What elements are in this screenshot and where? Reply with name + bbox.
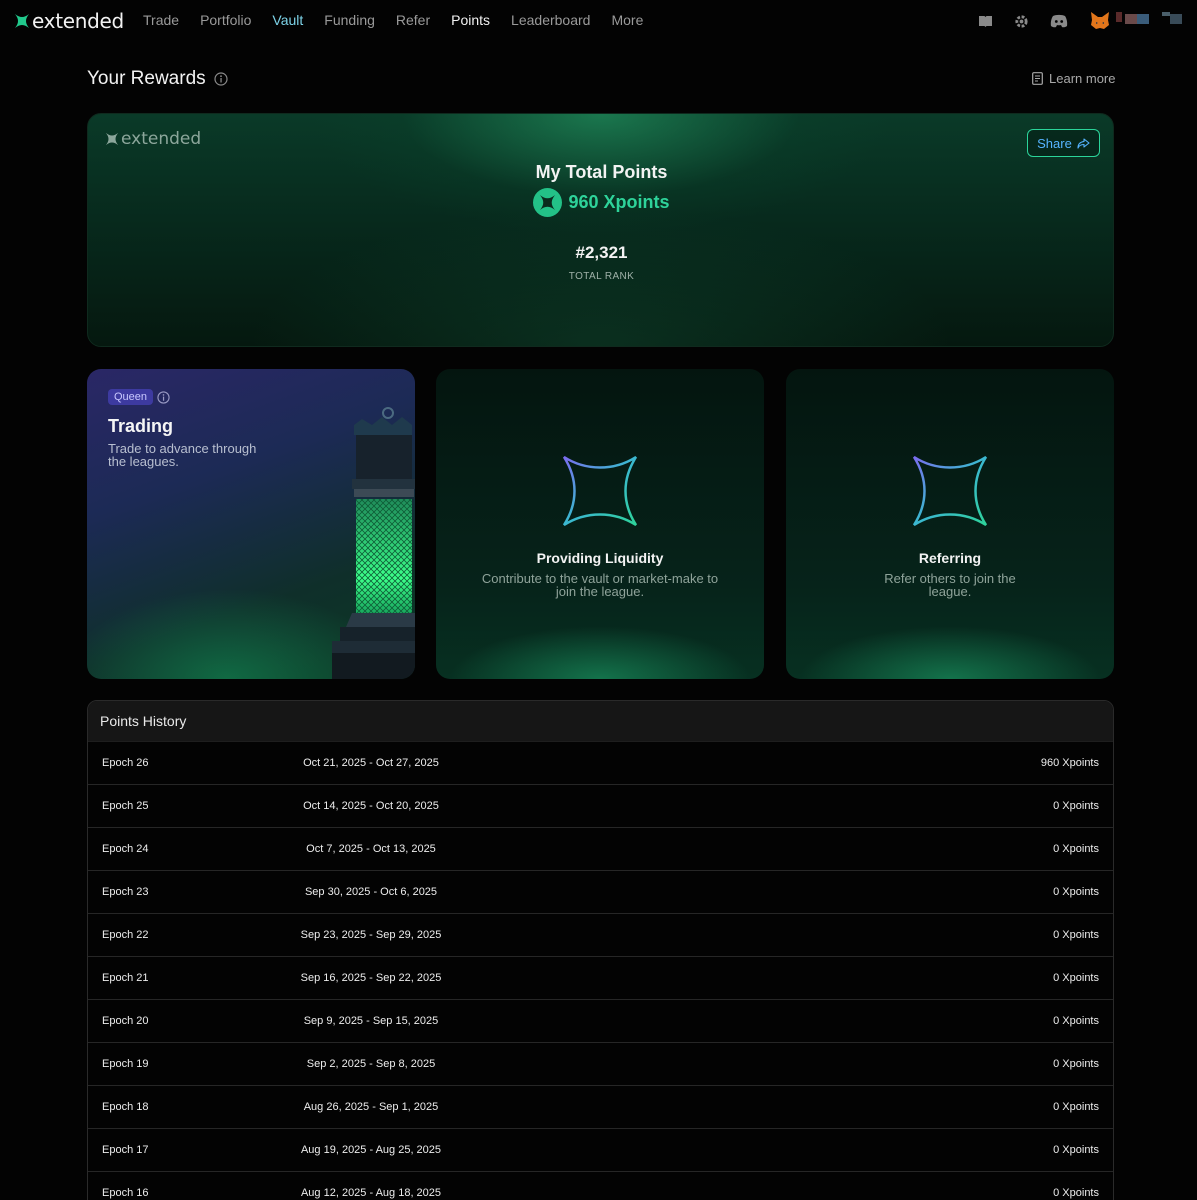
xpoints-icon [533,188,563,217]
hero-brand-logo: extended [105,129,201,149]
extended-logo-icon [105,132,119,146]
points-cell: 0 Xpoints [1053,1101,1099,1113]
date-range-cell: Aug 12, 2025 - Aug 18, 2025 [300,1187,442,1199]
nav-item-funding[interactable]: Funding [324,12,375,28]
epoch-cell: Epoch 26 [102,757,149,769]
nav-item-refer[interactable]: Refer [396,12,430,28]
trading-description: Trade to advance through the leagues. [108,441,257,469]
locked-league-star-icon [562,455,638,527]
referring-title: Referring [918,550,982,566]
top-nav: extended Trade Portfolio Vault Funding R… [0,0,1197,42]
points-cell: 0 Xpoints [1053,1058,1099,1070]
points-amount: 960 Xpoints [568,192,670,212]
trading-title: Trading [108,416,174,436]
league-badge: Queen [108,389,154,405]
date-range-cell: Aug 19, 2025 - Aug 25, 2025 [300,1144,442,1156]
referring-description: Refer others to join the league. [884,571,1016,599]
table-row: Epoch 20 Sep 9, 2025 - Sep 15, 2025 0 Xpoi… [88,1000,1113,1043]
total-rank-value: #2,321 [575,243,628,262]
epoch-cell: Epoch 21 [102,972,149,984]
points-cell: 0 Xpoints [1053,800,1099,812]
table-row: Epoch 24 Oct 7, 2025 - Oct 13, 2025 0 Xpoi… [88,828,1113,871]
info-icon[interactable] [157,391,170,404]
epoch-cell: Epoch 23 [102,886,149,898]
points-cell: 0 Xpoints [1053,972,1099,984]
hero-brand-name: extended [121,129,202,149]
table-row: Epoch 19 Sep 2, 2025 - Sep 8, 2025 0 Xpoin… [88,1043,1113,1086]
table-row: Epoch 25 Oct 14, 2025 - Oct 20, 2025 0 Xpo… [88,785,1113,828]
points-cell: 0 Xpoints [1053,1015,1099,1027]
document-icon [1032,72,1043,85]
liquidity-league-card[interactable]: Providing Liquidity Contribute to the va… [436,369,764,679]
liquidity-title: Providing Liquidity [536,550,664,566]
liquidity-description: Contribute to the vault or market-make t… [481,571,719,599]
table-row: Epoch 22 Sep 23, 2025 - Sep 29, 2025 0 Xpo… [88,914,1113,957]
points-cell: 0 Xpoints [1053,886,1099,898]
date-range-cell: Oct 21, 2025 - Oct 27, 2025 [303,757,439,769]
date-range-cell: Sep 23, 2025 - Sep 29, 2025 [300,929,442,941]
extended-logo-icon [15,14,29,28]
info-icon[interactable] [214,72,228,86]
epoch-cell: Epoch 18 [102,1101,149,1113]
points-history-title: Points History [88,701,1113,742]
total-points-value: 960 Xpoints [88,188,1113,217]
learn-more-label: Learn more [1049,71,1116,86]
epoch-cell: Epoch 24 [102,843,149,855]
date-range-cell: Sep 9, 2025 - Sep 15, 2025 [303,1015,439,1027]
brand-logo[interactable]: extended [14,9,124,33]
points-cell: 960 Xpoints [1040,757,1099,769]
points-history-rows: Epoch 26 Oct 21, 2025 - Oct 27, 2025 960 X… [88,742,1113,1200]
page-title: Your Rewards [87,68,206,89]
date-range-cell: Aug 26, 2025 - Sep 1, 2025 [303,1101,439,1113]
date-range-cell: Oct 14, 2025 - Oct 20, 2025 [303,800,439,812]
table-row: Epoch 26 Oct 21, 2025 - Oct 27, 2025 960 X… [88,742,1113,785]
epoch-cell: Epoch 17 [102,1144,149,1156]
discord-icon[interactable] [1050,13,1068,29]
date-range-cell: Sep 30, 2025 - Oct 6, 2025 [304,886,438,898]
locked-league-star-icon [912,455,988,527]
epoch-cell: Epoch 19 [102,1058,149,1070]
total-points-title: My Total Points [535,162,668,182]
table-row: Epoch 23 Sep 30, 2025 - Oct 6, 2025 0 Xpoi… [88,871,1113,914]
nav-item-points[interactable]: Points [451,12,490,28]
nav-menu: Trade Portfolio Vault Funding Refer Poin… [143,12,664,28]
points-cell: 0 Xpoints [1053,843,1099,855]
metamask-fox-icon[interactable] [1089,10,1111,32]
nav-item-vault[interactable]: Vault [272,12,303,28]
table-row: Epoch 21 Sep 16, 2025 - Sep 22, 2025 0 Xpo… [88,957,1113,1000]
share-button[interactable]: Share [1027,129,1100,157]
epoch-cell: Epoch 16 [102,1187,149,1199]
referring-league-card[interactable]: Referring Refer others to join the leagu… [786,369,1114,679]
share-label: Share [1037,135,1072,151]
table-row: Epoch 18 Aug 26, 2025 - Sep 1, 2025 0 Xpoi… [88,1086,1113,1129]
share-arrow-icon [1077,137,1090,149]
points-cell: 0 Xpoints [1053,929,1099,941]
queen-chess-piece-icon [332,407,415,679]
wallet-address-icon[interactable] [1116,12,1186,26]
epoch-cell: Epoch 20 [102,1015,149,1027]
brand-name: extended [32,9,124,33]
nav-item-leaderboard[interactable]: Leaderboard [511,12,590,28]
table-row: Epoch 17 Aug 19, 2025 - Aug 25, 2025 0 Xpo… [88,1129,1113,1172]
points-cell: 0 Xpoints [1053,1144,1099,1156]
learn-more-link[interactable]: Learn more [1032,71,1115,86]
total-points-card: extended Share My Total Points 960 Xpoin… [87,113,1114,347]
points-history-table: Points History Epoch 26 Oct 21, 2025 - Oc… [87,700,1114,1200]
table-row: Epoch 16 Aug 12, 2025 - Aug 18, 2025 0 Xpo… [88,1172,1113,1200]
nav-item-portfolio[interactable]: Portfolio [200,12,251,28]
date-range-cell: Oct 7, 2025 - Oct 13, 2025 [306,843,436,855]
points-cell: 0 Xpoints [1053,1187,1099,1199]
book-icon[interactable] [977,13,993,29]
epoch-cell: Epoch 22 [102,929,149,941]
trading-league-card[interactable]: Queen Trading Trade to advance through t… [87,369,415,679]
nav-item-more[interactable]: More [611,12,643,28]
total-rank-label: TOTAL RANK [568,271,635,282]
epoch-cell: Epoch 25 [102,800,149,812]
date-range-cell: Sep 16, 2025 - Sep 22, 2025 [300,972,442,984]
gear-icon[interactable] [1013,13,1029,29]
date-range-cell: Sep 2, 2025 - Sep 8, 2025 [306,1058,436,1070]
nav-item-trade[interactable]: Trade [143,12,179,28]
